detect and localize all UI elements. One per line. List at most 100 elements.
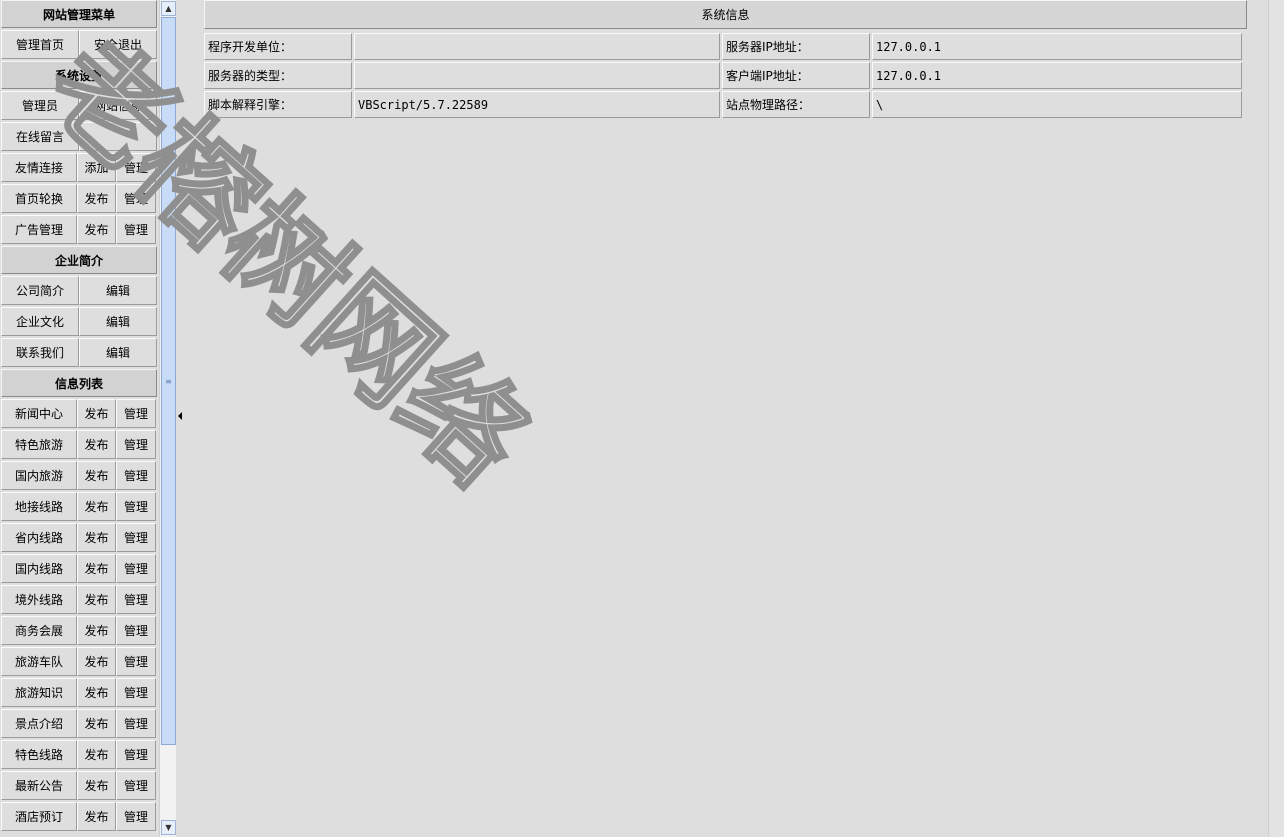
info-row: 特色线路 发布 管理 — [1, 738, 157, 769]
system-label[interactable]: 广告管理 — [1, 215, 77, 244]
info-publish-button[interactable]: 发布 — [77, 740, 116, 769]
info-label[interactable]: 景点介绍 — [1, 709, 77, 738]
system-manage-button[interactable]: 管理 — [116, 184, 156, 213]
info-publish-button[interactable]: 发布 — [77, 554, 116, 583]
system-info-row: 脚本解释引擎： VBScript/5.7.22589 站点物理路径： \ — [204, 91, 1242, 118]
company-row: 联系我们 编辑 — [1, 336, 157, 367]
info-manage-button[interactable]: 管理 — [116, 492, 156, 521]
info-label[interactable]: 地接线路 — [1, 492, 77, 521]
info-publish-button[interactable]: 发布 — [77, 523, 116, 552]
info-publish-button[interactable]: 发布 — [77, 430, 116, 459]
info-manage-button[interactable]: 管理 — [116, 461, 156, 490]
info-manage-button[interactable]: 管理 — [116, 709, 156, 738]
info-key: 服务器IP地址： — [722, 33, 870, 60]
chevron-down-icon[interactable]: ▼ — [161, 820, 176, 835]
info-manage-button[interactable]: 管理 — [116, 678, 156, 707]
info-publish-button[interactable]: 发布 — [77, 461, 116, 490]
main-frame: 系统信息 程序开发单位： 服务器IP地址： 127.0.0.1 服务器的类型： 客户端I… — [184, 0, 1284, 837]
info-label[interactable]: 国内旅游 — [1, 461, 77, 490]
info-label[interactable]: 新闻中心 — [1, 399, 77, 428]
system-info-row: 程序开发单位： 服务器IP地址： 127.0.0.1 — [204, 33, 1242, 60]
menu-title-text: 网站管理菜单 — [42, 7, 115, 22]
company-edit-button[interactable]: 编辑 — [79, 307, 157, 336]
info-manage-button[interactable]: 管理 — [116, 554, 156, 583]
info-publish-button[interactable]: 发布 — [77, 678, 116, 707]
company-label[interactable]: 企业文化 — [1, 307, 79, 336]
site-info-link[interactable]: 网站信息 — [79, 91, 157, 120]
info-publish-button[interactable]: 发布 — [77, 399, 116, 428]
info-manage-button[interactable]: 管理 — [116, 523, 156, 552]
info-label[interactable]: 特色线路 — [1, 740, 77, 769]
chevron-up-icon[interactable]: ▲ — [161, 1, 176, 16]
info-row: 国内线路 发布 管理 — [1, 552, 157, 583]
info-label[interactable]: 国内线路 — [1, 554, 77, 583]
company-edit-button[interactable]: 编辑 — [79, 276, 157, 305]
system-info-title: 系统信息 — [204, 0, 1247, 29]
info-publish-button[interactable]: 发布 — [77, 616, 116, 645]
system-publish-button[interactable]: 发布 — [77, 184, 116, 213]
system-info-row: 服务器的类型： 客户端IP地址： 127.0.0.1 — [204, 62, 1242, 89]
system-label[interactable]: 友情连接 — [1, 153, 77, 182]
info-publish-button[interactable]: 发布 — [77, 647, 116, 676]
company-header[interactable]: 企业简介 — [1, 246, 157, 274]
info-label[interactable]: 旅游车队 — [1, 647, 77, 676]
system-row: 首页轮换 发布 管理 — [1, 182, 157, 213]
system-publish-button[interactable]: 添加 — [77, 153, 116, 182]
menu-title: 网站管理菜单 — [1, 0, 157, 28]
info-label[interactable]: 旅游知识 — [1, 678, 77, 707]
info-manage-button[interactable]: 管理 — [116, 399, 156, 428]
info-row: 旅游知识 发布 管理 — [1, 676, 157, 707]
info-publish-button[interactable]: 发布 — [77, 585, 116, 614]
info-label[interactable]: 商务会展 — [1, 616, 77, 645]
info-value: VBScript/5.7.22589 — [354, 91, 720, 118]
info-manage-button[interactable]: 管理 — [116, 585, 156, 614]
menu-scrollbar[interactable]: ▲ ≡ ▼ — [159, 0, 176, 837]
info-row: 新闻中心 发布 管理 — [1, 397, 157, 428]
triangle-left-icon[interactable] — [178, 412, 182, 420]
info-list-header[interactable]: 信息列表 — [1, 369, 157, 397]
info-label[interactable]: 特色旅游 — [1, 430, 77, 459]
company-edit-button[interactable]: 编辑 — [79, 338, 157, 367]
guestbook-link[interactable]: 在线留言 — [1, 122, 79, 151]
info-manage-button[interactable]: 管理 — [116, 647, 156, 676]
info-row: 省内线路 发布 管理 — [1, 521, 157, 552]
info-publish-button[interactable]: 发布 — [77, 802, 116, 831]
info-manage-button[interactable]: 管理 — [116, 740, 156, 769]
home-link[interactable]: 管理首页 — [1, 30, 79, 59]
info-value: 127.0.0.1 — [872, 33, 1242, 60]
info-key: 客户端IP地址： — [722, 62, 870, 89]
system-settings-title: 系统设置 — [54, 68, 103, 83]
info-row: 商务会展 发布 管理 — [1, 614, 157, 645]
info-label[interactable]: 酒店预订 — [1, 802, 77, 831]
scrollbar-thumb[interactable]: ≡ — [161, 17, 176, 745]
company-label[interactable]: 联系我们 — [1, 338, 79, 367]
info-label[interactable]: 境外线路 — [1, 585, 77, 614]
info-manage-button[interactable]: 管理 — [116, 616, 156, 645]
info-label[interactable]: 省内线路 — [1, 523, 77, 552]
info-key: 脚本解释引擎： — [204, 91, 352, 118]
info-manage-button[interactable]: 管理 — [116, 771, 156, 800]
info-row: 旅游车队 发布 管理 — [1, 645, 157, 676]
info-value — [354, 33, 720, 60]
system-label[interactable]: 首页轮换 — [1, 184, 77, 213]
empty-cell — [79, 122, 157, 151]
info-list-title: 信息列表 — [54, 376, 103, 391]
info-row: 酒店预订 发布 管理 — [1, 800, 157, 831]
system-publish-button[interactable]: 发布 — [77, 215, 116, 244]
frame-splitter[interactable] — [176, 0, 184, 837]
info-value — [354, 62, 720, 89]
info-publish-button[interactable]: 发布 — [77, 492, 116, 521]
system-settings-header[interactable]: 系统设置 — [1, 61, 157, 89]
info-manage-button[interactable]: 管理 — [116, 802, 156, 831]
info-publish-button[interactable]: 发布 — [77, 771, 116, 800]
admin-user-link[interactable]: 管理员 — [1, 91, 79, 120]
system-info-table: 程序开发单位： 服务器IP地址： 127.0.0.1 服务器的类型： 客户端IP地址： 1… — [202, 31, 1244, 120]
logout-link[interactable]: 安全退出 — [79, 30, 157, 59]
info-manage-button[interactable]: 管理 — [116, 430, 156, 459]
info-value: 127.0.0.1 — [872, 62, 1242, 89]
system-manage-button[interactable]: 管理 — [116, 153, 156, 182]
info-label[interactable]: 最新公告 — [1, 771, 77, 800]
system-manage-button[interactable]: 管理 — [116, 215, 156, 244]
company-label[interactable]: 公司简介 — [1, 276, 79, 305]
info-publish-button[interactable]: 发布 — [77, 709, 116, 738]
